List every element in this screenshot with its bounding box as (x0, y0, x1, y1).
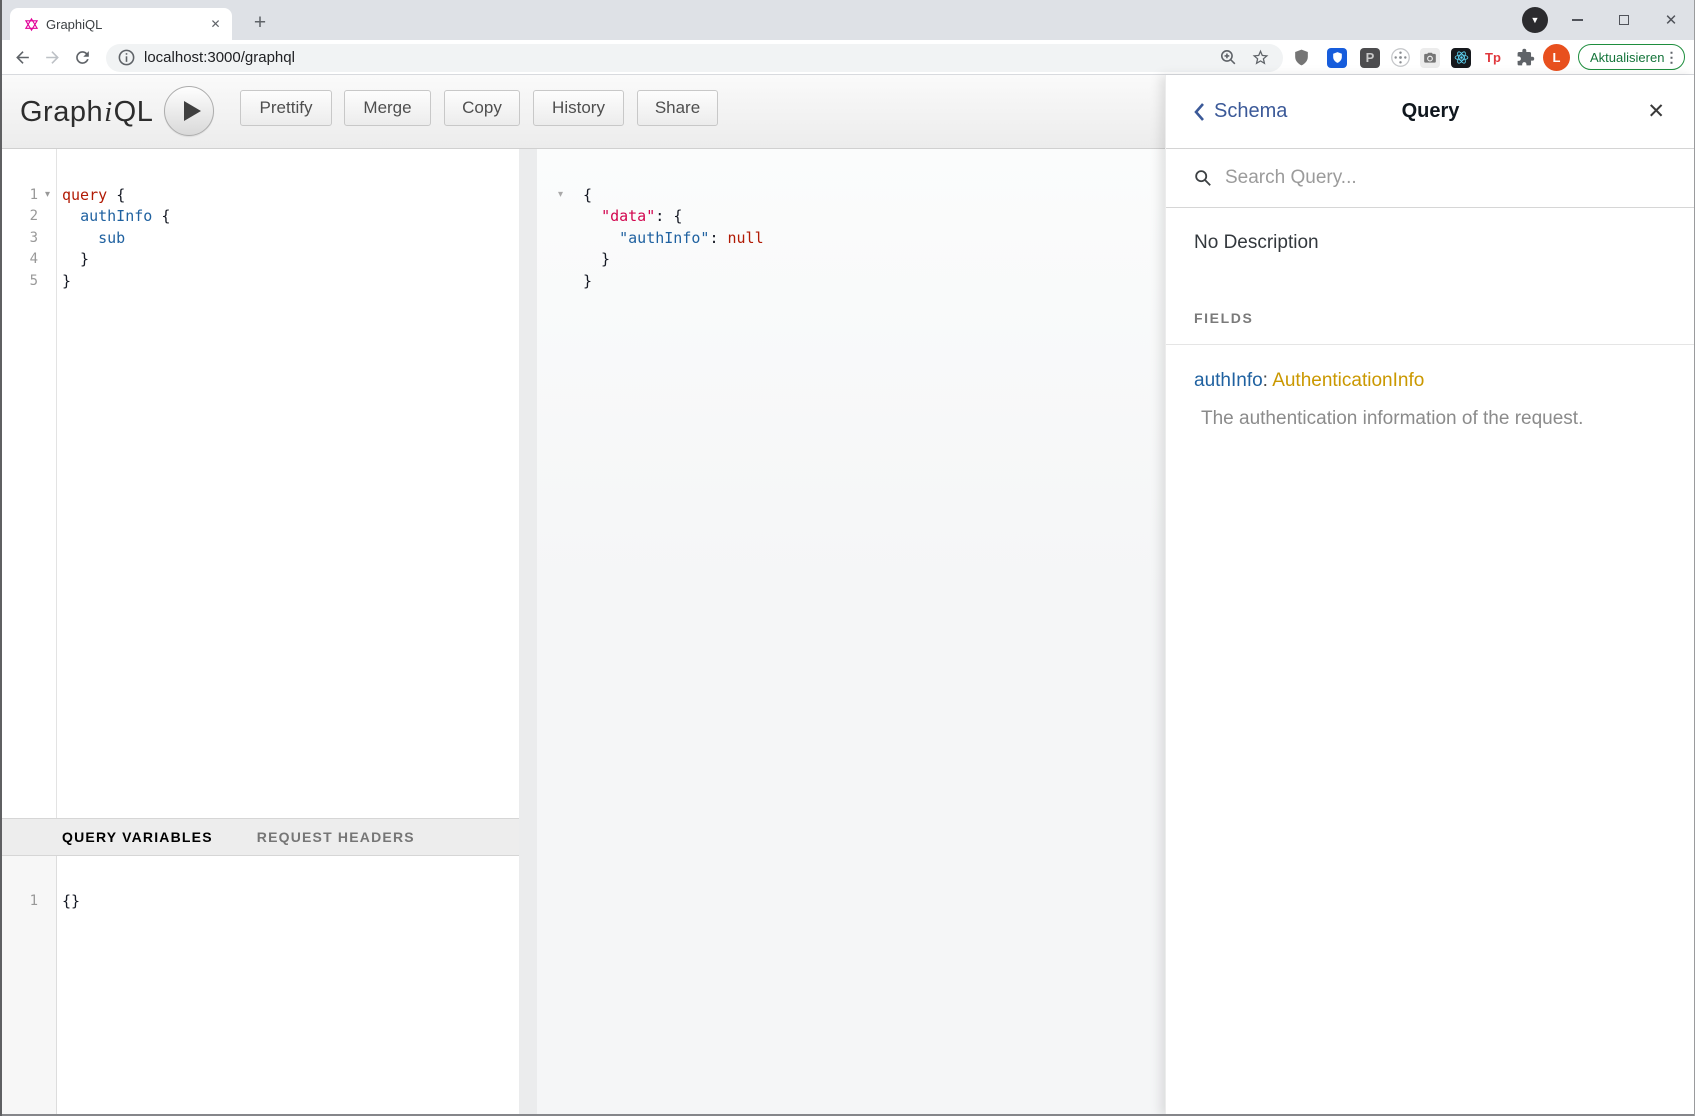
doc-back-label: Schema (1214, 100, 1287, 123)
tab-title: GraphiQL (46, 17, 207, 32)
update-button[interactable]: Aktualisieren ⋮ (1578, 44, 1685, 70)
field-entry: authInfo: AuthenticationInfo (1194, 370, 1667, 392)
site-info-icon[interactable] (117, 48, 136, 72)
forward-button[interactable] (38, 43, 66, 71)
code-line: } (537, 249, 1165, 271)
code-line: } (537, 270, 1165, 292)
ext-tp-icon[interactable]: Tp (1481, 46, 1505, 70)
result-viewer: ▾{ "data": { "authInfo": null }} (537, 184, 1165, 292)
browser-tab[interactable]: GraphiQL ✕ (10, 8, 232, 40)
doc-explorer-header: Schema Query ✕ (1166, 75, 1695, 149)
extensions-puzzle-icon[interactable] (1513, 46, 1537, 70)
profile-avatar[interactable]: L (1543, 44, 1570, 71)
browser-titlebar: GraphiQL ✕ + ▼ ✕ (0, 0, 1695, 40)
play-icon (184, 101, 201, 121)
query-editor-pane[interactable]: 1▾query {2 authInfo {3 sub4 }5} QUERY VA… (0, 149, 519, 1116)
line-number: 1 (0, 187, 38, 203)
ext-p-icon[interactable]: P (1358, 46, 1382, 70)
execute-button[interactable] (164, 86, 214, 136)
code-line: 2 authInfo { (0, 206, 519, 228)
chevron-left-icon (1194, 102, 1205, 122)
result-pane: ▾{ "data": { "authInfo": null }} (537, 149, 1165, 1116)
reload-button[interactable] (68, 43, 96, 71)
ext-camera-icon[interactable] (1418, 46, 1442, 70)
pane-resize-handle[interactable] (519, 149, 537, 1116)
history-button[interactable]: History (533, 90, 624, 126)
prettify-button[interactable]: Prettify (240, 90, 332, 126)
query-editor[interactable]: 1▾query {2 authInfo {3 sub4 }5} (0, 184, 519, 292)
field-type-link[interactable]: AuthenticationInfo (1272, 370, 1424, 391)
graphiql-logo: GraphiQL (20, 75, 153, 149)
doc-content: No Description FIELDS authInfo: Authenti… (1166, 232, 1695, 430)
merge-button[interactable]: Merge (344, 90, 431, 126)
titlebar-caret-button[interactable]: ▼ (1522, 7, 1548, 33)
code-line: ▾{ (537, 184, 1165, 206)
browser-window: GraphiQL ✕ + ▼ ✕ localhost:3000/graphql (0, 0, 1695, 1116)
ext-bitwarden-icon[interactable] (1325, 46, 1349, 70)
copy-button[interactable]: Copy (444, 90, 520, 126)
bookmark-star-icon[interactable] (1251, 48, 1270, 72)
minimize-button[interactable] (1554, 0, 1600, 40)
tab-close-icon[interactable]: ✕ (207, 16, 224, 33)
back-button[interactable] (8, 43, 36, 71)
search-icon (1194, 169, 1212, 187)
field-description: The authentication information of the re… (1194, 408, 1667, 430)
code-line: "data": { (537, 206, 1165, 228)
ext-scroll-dots-icon[interactable] (1388, 46, 1412, 70)
window-close-button[interactable]: ✕ (1648, 0, 1694, 40)
variables-editor[interactable]: 1{} (0, 890, 519, 912)
doc-search-input[interactable] (1223, 166, 1667, 190)
doc-back-button[interactable]: Schema (1194, 100, 1287, 123)
code-line: "authInfo": null (537, 227, 1165, 249)
maximize-button[interactable] (1601, 0, 1647, 40)
url-bar[interactable]: localhost:3000/graphql (106, 44, 1283, 72)
code-line: 3 sub (0, 227, 519, 249)
url-text[interactable]: localhost:3000/graphql (144, 44, 295, 72)
browser-navbar: localhost:3000/graphql P (0, 40, 1695, 75)
line-number: 1 (0, 893, 38, 909)
field-name-link[interactable]: authInfo (1194, 370, 1263, 391)
variables-title-bar: QUERY VARIABLES REQUEST HEADERS (0, 818, 519, 856)
tab-request-headers[interactable]: REQUEST HEADERS (257, 829, 415, 845)
code-line: 5} (0, 270, 519, 292)
overflow-dots-icon[interactable]: ⋮ (1664, 49, 1686, 66)
fold-icon[interactable]: ▾ (537, 189, 583, 200)
fold-icon[interactable]: ▾ (38, 189, 57, 200)
tab-query-variables[interactable]: QUERY VARIABLES (62, 829, 213, 845)
code-line: 4 } (0, 249, 519, 271)
ext-ublock-icon[interactable] (1289, 46, 1313, 70)
type-description: No Description (1194, 232, 1667, 254)
variables-editor-pane[interactable]: 1{} (0, 856, 519, 1116)
code-line: 1{} (0, 890, 519, 912)
doc-search-row (1166, 149, 1695, 208)
line-number: 3 (0, 230, 38, 246)
doc-close-button[interactable]: ✕ (1647, 99, 1665, 124)
update-button-label: Aktualisieren (1579, 50, 1664, 65)
fields-section-title: FIELDS (1166, 310, 1695, 345)
zoom-icon[interactable] (1219, 48, 1238, 72)
line-number: 2 (0, 208, 38, 224)
share-button[interactable]: Share (637, 90, 718, 126)
code-line: 1▾query { (0, 184, 519, 206)
new-tab-button[interactable]: + (246, 9, 274, 37)
line-number: 4 (0, 251, 38, 267)
line-number: 5 (0, 273, 38, 289)
ext-react-devtools-icon[interactable] (1449, 46, 1473, 70)
graphql-favicon (24, 17, 39, 32)
caret-down-icon: ▼ (1531, 15, 1540, 25)
doc-explorer-panel: Schema Query ✕ No Description FIELDS aut… (1165, 75, 1695, 1116)
